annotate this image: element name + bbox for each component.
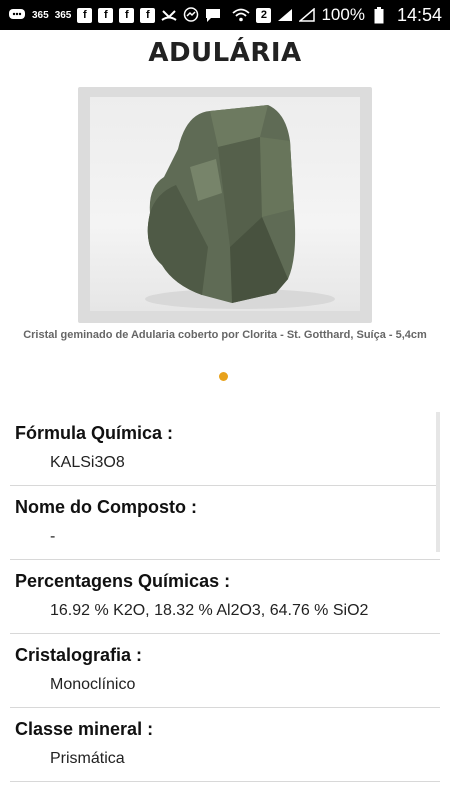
info-value-chemical-percentages: 16.92 % K2O, 18.32 % Al2O3, 64.76 % SiO2 (50, 602, 369, 619)
app-365-icon: 365 (32, 9, 49, 21)
mineral-photo (90, 97, 360, 311)
facebook-icon: f (119, 7, 135, 23)
clock: 14:54 (396, 4, 442, 25)
app-365-icon: 365 (54, 9, 72, 21)
system-icons: 2 100% 14:54 (232, 5, 442, 26)
signal-icon (299, 7, 316, 23)
signal-icon (277, 7, 293, 23)
carousel-page-indicator (219, 372, 228, 381)
list-item: Cristalografia : Monoclínico (10, 634, 440, 708)
messenger-icon (183, 7, 199, 23)
info-label-mineral-class: Classe mineral : (15, 719, 154, 739)
photo-caption: Cristal geminado de Adularia coberto por… (23, 329, 427, 341)
facebook-icon: f (140, 7, 156, 23)
list-item: Classe mineral : Prismática (10, 708, 440, 782)
scrollbar[interactable] (436, 412, 440, 552)
status-bar: 365 365 f f f f 2 100% 14:54 (0, 0, 450, 30)
list-item: Percentagens Químicas : 16.92 % K2O, 18.… (10, 560, 440, 634)
missed-call-icon (161, 7, 177, 23)
info-value-compound-name: - (50, 528, 56, 545)
info-value-crystallography: Monoclínico (50, 676, 136, 693)
info-label-crystallography: Cristalografia : (15, 645, 143, 665)
facebook-icon: f (98, 7, 114, 23)
info-label-chemical-percentages: Percentagens Químicas : (15, 571, 231, 591)
mineral-photo-carousel[interactable] (78, 87, 372, 323)
info-value-formula: KALSi3O8 (50, 454, 125, 471)
wifi-icon (232, 7, 251, 23)
messenger-bubble-icon (8, 7, 26, 23)
battery-icon (371, 6, 387, 23)
sim-two-icon: 2 (256, 7, 272, 23)
facebook-icon: f (77, 7, 93, 23)
mineral-info-list: Fórmula Química : KALSi3O8 Nome do Compo… (0, 412, 450, 782)
notification-icons: 365 365 f f f f (8, 7, 221, 23)
list-item: Nome do Composto : - (10, 486, 440, 560)
page-title: ADULÁRIA (148, 38, 302, 68)
info-label-compound-name: Nome do Composto : (15, 497, 197, 517)
message-icon (205, 7, 221, 23)
info-label-formula: Fórmula Química : (15, 423, 174, 443)
list-item: Fórmula Química : KALSi3O8 (10, 412, 440, 486)
battery-percent: 100% (321, 5, 365, 24)
info-value-mineral-class: Prismática (50, 750, 125, 767)
